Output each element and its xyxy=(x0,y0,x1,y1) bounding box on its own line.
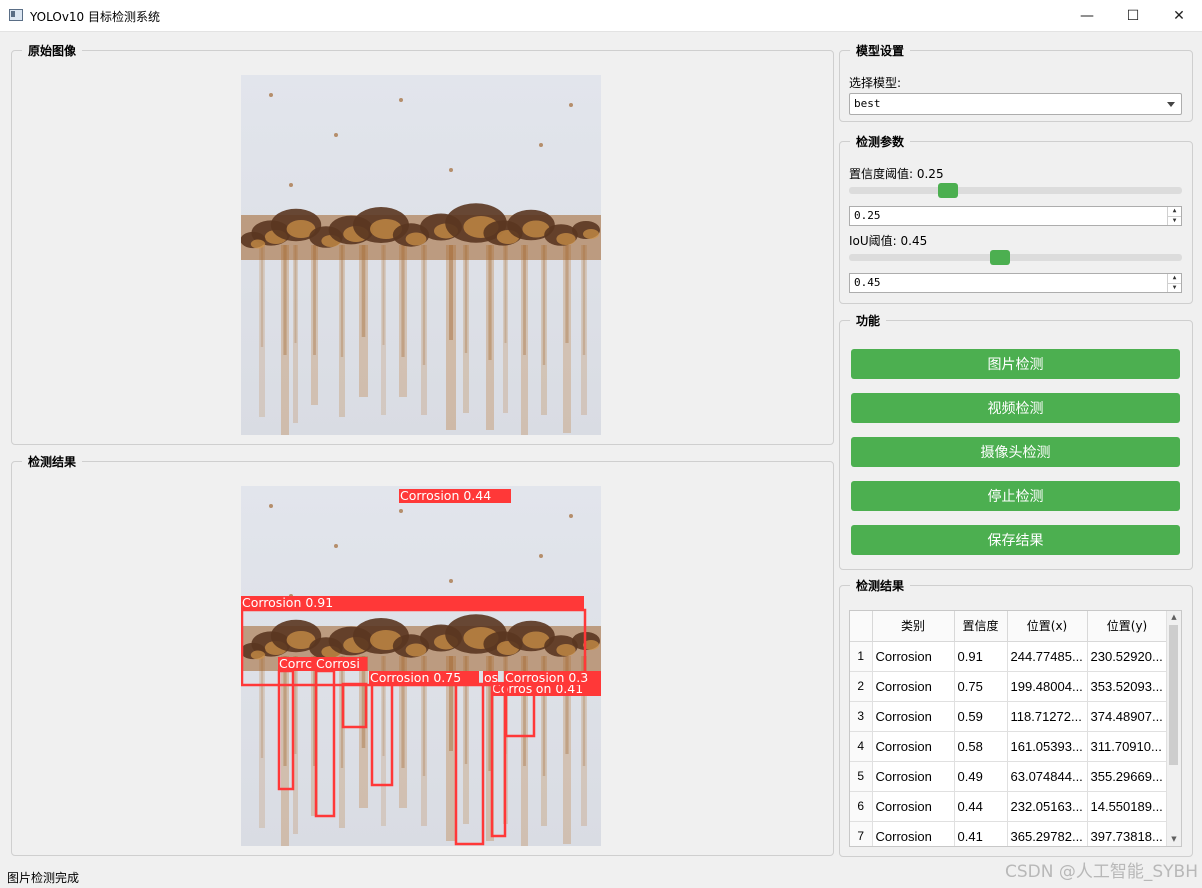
row-number[interactable]: 1 xyxy=(850,641,873,672)
save-results-button[interactable]: 保存结果 xyxy=(851,525,1180,555)
table-cell[interactable]: 0.59 xyxy=(954,701,1008,732)
detection-label: Corrc xyxy=(279,656,312,671)
conf-slider-handle[interactable] xyxy=(938,183,959,198)
watermark: CSDN @人工智能_SYBH xyxy=(1005,862,1198,882)
table-cell[interactable]: 0.44 xyxy=(954,791,1008,822)
camera-detect-button[interactable]: 摄像头检测 xyxy=(851,437,1180,467)
row-number[interactable]: 5 xyxy=(850,761,873,792)
table-cell[interactable]: 0.49 xyxy=(954,761,1008,792)
model-select-value: best xyxy=(854,97,881,110)
table-header-row: 类别 置信度 位置(x) 位置(y) xyxy=(850,611,1168,642)
col-header-confidence[interactable]: 置信度 xyxy=(954,611,1008,642)
conf-threshold-label: 置信度阈值: 0.25 xyxy=(849,167,944,181)
video-detect-button[interactable]: 视频检测 xyxy=(851,393,1180,423)
table-row[interactable]: 5 Corrosion 0.49 63.074844... 355.29669... xyxy=(850,761,1168,792)
table-cell[interactable]: 397.73818... xyxy=(1087,821,1168,846)
table-row[interactable]: 2 Corrosion 0.75 199.48004... 353.52093... xyxy=(850,671,1168,702)
table-cell[interactable]: 232.05163... xyxy=(1007,791,1088,822)
table-cell[interactable]: Corrosion xyxy=(872,671,955,702)
result-image-title: 检测结果 xyxy=(22,453,83,470)
detection-label: Corrosion 0.91 xyxy=(242,595,333,610)
table-cell[interactable]: Corrosion xyxy=(872,641,955,672)
maximize-button[interactable]: ☐ xyxy=(1110,0,1156,31)
results-table-title: 检测结果 xyxy=(850,577,911,594)
table-cell[interactable]: 365.29782... xyxy=(1007,821,1088,846)
table-row[interactable]: 3 Corrosion 0.59 118.71272... 374.48907... xyxy=(850,701,1168,732)
scroll-thumb[interactable] xyxy=(1169,625,1178,765)
table-row[interactable]: 1 Corrosion 0.91 244.77485... 230.52920... xyxy=(850,641,1168,672)
table-cell[interactable]: 199.48004... xyxy=(1007,671,1088,702)
table-cell[interactable]: 353.52093... xyxy=(1087,671,1168,702)
spin-up-icon[interactable]: ▲ xyxy=(1168,207,1181,217)
table-cell[interactable]: Corrosion xyxy=(872,791,955,822)
row-number[interactable]: 4 xyxy=(850,731,873,762)
table-cell[interactable]: 118.71272... xyxy=(1007,701,1088,732)
table-cell[interactable]: 374.48907... xyxy=(1087,701,1168,732)
status-text: 图片检测完成 xyxy=(7,871,80,885)
rusty-surface-image xyxy=(241,75,601,435)
title-bar: YOLOv10 目标检测系统 — ☐ ✕ xyxy=(0,0,1202,32)
table-cell[interactable]: 0.58 xyxy=(954,731,1008,762)
table-cell[interactable]: 244.77485... xyxy=(1007,641,1088,672)
table-cell[interactable]: Corrosion xyxy=(872,761,955,792)
conf-spinbox[interactable]: 0.25 ▲ ▼ xyxy=(849,206,1182,226)
col-header-class[interactable]: 类别 xyxy=(872,611,955,642)
result-image: Corrosion 0.44 Corrosion 0.91 Corrosion 0.… xyxy=(241,486,601,846)
select-model-label: 选择模型: xyxy=(849,76,902,90)
table-cell[interactable]: Corrosion xyxy=(872,701,955,732)
table-scrollbar[interactable]: ▲ ▼ xyxy=(1166,611,1181,846)
app-icon xyxy=(9,9,23,21)
conf-spinbox-value: 0.25 xyxy=(854,209,881,222)
iou-spinbox-value: 0.45 xyxy=(854,276,881,289)
corner-header[interactable] xyxy=(850,611,873,642)
model-settings-title: 模型设置 xyxy=(850,42,911,59)
detect-params-title: 检测参数 xyxy=(850,133,911,150)
iou-slider[interactable] xyxy=(849,250,1182,265)
chevron-down-icon xyxy=(1167,102,1175,107)
row-number[interactable]: 2 xyxy=(850,671,873,702)
table-row[interactable]: 6 Corrosion 0.44 232.05163... 14.550189... xyxy=(850,791,1168,822)
stop-detect-button[interactable]: 停止检测 xyxy=(851,481,1180,511)
col-header-y[interactable]: 位置(y) xyxy=(1087,611,1168,642)
row-number[interactable]: 6 xyxy=(850,791,873,822)
iou-slider-handle[interactable] xyxy=(989,250,1010,265)
functions-title: 功能 xyxy=(850,312,887,329)
rusty-surface-result-image: Corrosion 0.44Corrosion 0.91Corrosion 0.… xyxy=(241,486,601,846)
results-table[interactable]: 类别 置信度 位置(x) 位置(y) 1 Corrosion 0.91 244.774… xyxy=(849,610,1182,847)
close-button[interactable]: ✕ xyxy=(1156,0,1202,31)
detection-label: Corrosi xyxy=(316,656,360,671)
table-cell[interactable]: 0.75 xyxy=(954,671,1008,702)
window-title: YOLOv10 目标检测系统 xyxy=(30,10,161,24)
table-cell[interactable]: 161.05393... xyxy=(1007,731,1088,762)
table-cell[interactable]: Corrosion xyxy=(872,731,955,762)
table-cell[interactable]: 0.41 xyxy=(954,821,1008,846)
iou-threshold-label: IoU阈值: 0.45 xyxy=(849,234,928,248)
table-cell[interactable]: 230.52920... xyxy=(1087,641,1168,672)
minimize-button[interactable]: — xyxy=(1064,0,1110,31)
table-cell[interactable]: 63.074844... xyxy=(1007,761,1088,792)
spin-down-icon[interactable]: ▼ xyxy=(1168,284,1181,293)
scroll-up-icon[interactable]: ▲ xyxy=(1167,611,1181,624)
original-image xyxy=(241,75,601,435)
table-cell[interactable]: 14.550189... xyxy=(1087,791,1168,822)
row-number[interactable]: 3 xyxy=(850,701,873,732)
image-detect-button[interactable]: 图片检测 xyxy=(851,349,1180,379)
table-cell[interactable]: 311.70910... xyxy=(1087,731,1168,762)
detection-label: os xyxy=(484,670,498,685)
detection-label: Corrosion 0.44 xyxy=(400,488,491,503)
scroll-down-icon[interactable]: ▼ xyxy=(1167,833,1181,846)
table-row[interactable]: 7 Corrosion 0.41 365.29782... 397.73818... xyxy=(850,821,1168,846)
model-select[interactable]: best xyxy=(849,93,1182,115)
table-cell[interactable]: 0.91 xyxy=(954,641,1008,672)
table-cell[interactable]: Corrosion xyxy=(872,821,955,846)
iou-spinbox[interactable]: 0.45 ▲ ▼ xyxy=(849,273,1182,293)
original-image-title: 原始图像 xyxy=(22,42,83,59)
spin-up-icon[interactable]: ▲ xyxy=(1168,274,1181,284)
table-row[interactable]: 4 Corrosion 0.58 161.05393... 311.70910... xyxy=(850,731,1168,762)
conf-slider[interactable] xyxy=(849,183,1182,198)
spin-down-icon[interactable]: ▼ xyxy=(1168,217,1181,226)
col-header-x[interactable]: 位置(x) xyxy=(1007,611,1088,642)
row-number[interactable]: 7 xyxy=(850,821,873,846)
table-cell[interactable]: 355.29669... xyxy=(1087,761,1168,792)
